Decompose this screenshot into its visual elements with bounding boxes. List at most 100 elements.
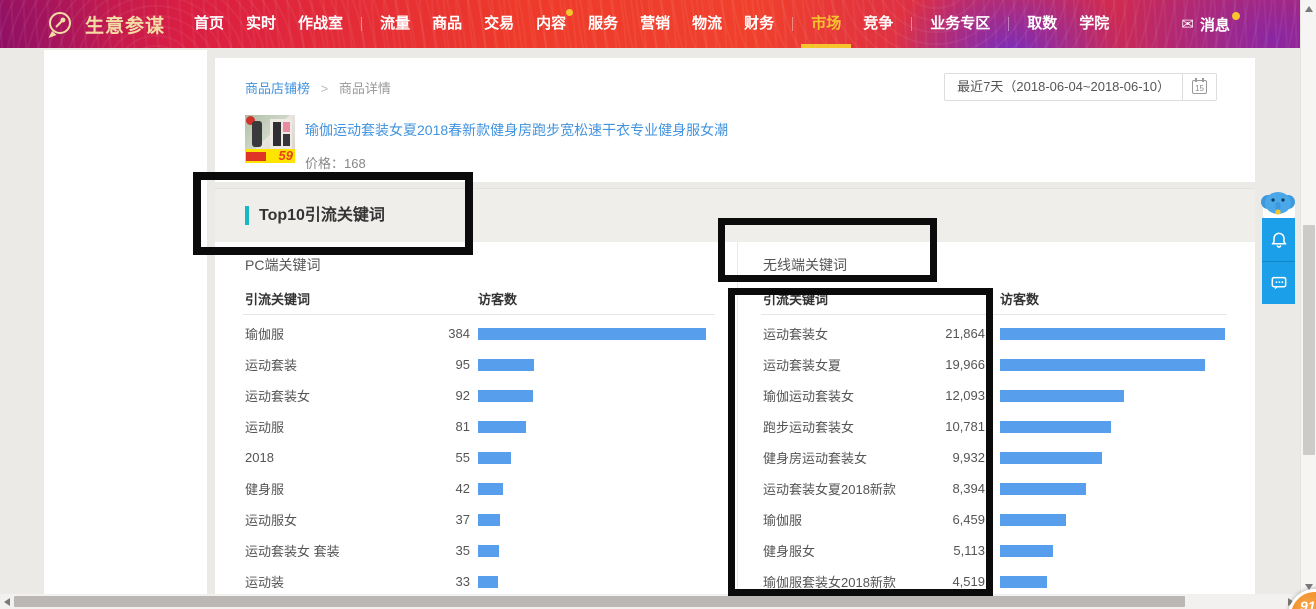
- annotation-box-wireless-tab: [718, 218, 937, 282]
- elephant-mascot-icon[interactable]: [1259, 188, 1297, 223]
- visitor-count: 55: [395, 450, 470, 465]
- visitor-bar: [478, 359, 534, 371]
- visitor-bar: [478, 514, 500, 526]
- keyword-row: 运动套装女92: [215, 380, 737, 411]
- nav-group-divider: [911, 17, 912, 31]
- visitor-bar-cell: [478, 359, 534, 371]
- visitor-bar-cell: [478, 421, 526, 433]
- nav-item-1-6[interactable]: 物流: [692, 0, 722, 48]
- visitor-bar: [1000, 452, 1102, 464]
- column-header-visitors: 访客数: [478, 289, 517, 308]
- nav-item-1-3[interactable]: 内容: [536, 0, 566, 48]
- keyword-label: 健身服: [245, 479, 395, 498]
- breadcrumb: 商品店铺榜 > 商品详情: [245, 78, 391, 97]
- chat-bubble-icon: [1269, 273, 1289, 293]
- calendar-button[interactable]: 15: [1183, 74, 1216, 100]
- vertical-scroll-thumb[interactable]: [1303, 225, 1315, 455]
- keyword-label: 瑜伽服: [245, 324, 395, 343]
- active-tab-underline: [801, 44, 851, 48]
- nav-menu: 首页实时作战室流量商品交易内容服务营销物流财务市场竞争业务专区取数学院: [183, 0, 1120, 48]
- visitor-bar: [478, 390, 533, 402]
- visitor-bar-cell: [1000, 452, 1102, 464]
- keyword-row: 健身服42: [215, 473, 737, 504]
- visitor-bar-cell: [1000, 328, 1225, 340]
- date-range-selector[interactable]: 最近7天（2018-06-04~2018-06-10） 15: [944, 73, 1217, 101]
- nav-item-2-1[interactable]: 竞争: [863, 0, 893, 48]
- visitor-bar: [1000, 421, 1111, 433]
- compass-logo-icon: [46, 10, 73, 39]
- visitor-bar: [1000, 390, 1124, 402]
- calendar-icon: 15: [1192, 80, 1207, 94]
- nav-item-0-0[interactable]: 首页: [194, 0, 224, 48]
- nav-item-1-4[interactable]: 服务: [588, 0, 618, 48]
- visitor-bar: [478, 483, 503, 495]
- visitor-count: 35: [395, 543, 470, 558]
- visitor-bar: [478, 328, 706, 340]
- keyword-row: 瑜伽服384: [215, 318, 737, 349]
- visitor-count: 37: [395, 512, 470, 527]
- envelope-icon: ✉: [1181, 15, 1194, 33]
- visitor-bar-cell: [1000, 483, 1086, 495]
- column-header-keyword: 引流关键词: [245, 289, 310, 308]
- keyword-label: 运动套装女: [245, 386, 395, 405]
- scroll-up-arrow[interactable]: [1305, 6, 1313, 12]
- vertical-scrollbar[interactable]: [1300, 0, 1316, 609]
- nav-group-divider: [792, 17, 793, 31]
- scroll-left-arrow[interactable]: [4, 598, 10, 606]
- logo-title: 生意参谋: [85, 11, 165, 38]
- sycm-logo[interactable]: 生意参谋: [46, 10, 165, 39]
- notification-bell-button[interactable]: [1262, 218, 1295, 261]
- annotation-box-section-title: [193, 172, 473, 255]
- keyword-row: 运动服女37: [215, 504, 737, 535]
- notification-dot: [566, 9, 573, 16]
- keyword-label: 运动服女: [245, 510, 395, 529]
- nav-item-0-1[interactable]: 实时: [246, 0, 276, 48]
- horizontal-scrollbar[interactable]: [0, 594, 1300, 609]
- nav-item-1-1[interactable]: 商品: [432, 0, 462, 48]
- visitor-count: 42: [395, 481, 470, 496]
- visitor-bar: [478, 576, 498, 588]
- bell-icon: [1269, 230, 1289, 250]
- visitor-bar-cell: [478, 390, 533, 402]
- horizontal-scroll-thumb[interactable]: [14, 596, 1185, 607]
- nav-item-1-7[interactable]: 财务: [744, 0, 774, 48]
- nav-item-messages[interactable]: ✉ 消息: [1181, 0, 1240, 48]
- visitor-bar-cell: [478, 545, 499, 557]
- product-thumbnail[interactable]: 59: [245, 115, 295, 163]
- visitor-bar-cell: [478, 328, 706, 340]
- visitor-bar-cell: [1000, 390, 1124, 402]
- visitor-bar: [478, 421, 526, 433]
- tab-pc-keywords: PC端关键词: [245, 255, 320, 275]
- keyword-label: 2018: [245, 450, 395, 465]
- floating-toolbar: [1262, 218, 1295, 304]
- visitor-count: 384: [395, 326, 470, 341]
- pc-keywords-panel: PC端关键词 引流关键词 访客数 瑜伽服384运动套装95运动套装女92运动服8…: [215, 242, 737, 594]
- visitor-bar: [1000, 483, 1086, 495]
- visitor-bar-cell: [1000, 576, 1047, 588]
- nav-item-0-2[interactable]: 作战室: [298, 0, 343, 48]
- nav-item-1-0[interactable]: 流量: [380, 0, 410, 48]
- visitor-bar: [1000, 328, 1225, 340]
- nav-item-4-1[interactable]: 学院: [1079, 0, 1109, 48]
- keyword-label: 运动套装: [245, 355, 395, 374]
- visitor-bar-cell: [1000, 545, 1053, 557]
- visitor-bar-cell: [1000, 421, 1111, 433]
- nav-item-2-0[interactable]: 市场: [811, 0, 841, 48]
- keyword-label: 运动服: [245, 417, 395, 436]
- nav-item-3-0[interactable]: 业务专区: [930, 0, 990, 48]
- feedback-chat-button[interactable]: [1262, 261, 1295, 304]
- visitor-count: 81: [395, 419, 470, 434]
- visitor-bar: [478, 452, 511, 464]
- nav-item-4-0[interactable]: 取数: [1027, 0, 1057, 48]
- date-range-label[interactable]: 最近7天（2018-06-04~2018-06-10）: [945, 74, 1183, 100]
- product-title-link[interactable]: 瑜伽运动套装女夏2018春新款健身房跑步宽松速干衣专业健身服女潮: [305, 120, 728, 140]
- help-badge-text: 911: [1300, 598, 1316, 609]
- product-price: 价格：168: [305, 153, 366, 172]
- nav-item-1-2[interactable]: 交易: [484, 0, 514, 48]
- visitor-bar: [1000, 576, 1047, 588]
- visitor-bar: [1000, 514, 1066, 526]
- visitor-bar-cell: [1000, 514, 1066, 526]
- breadcrumb-parent-link[interactable]: 商品店铺榜: [245, 81, 310, 96]
- nav-item-1-5[interactable]: 营销: [640, 0, 670, 48]
- visitor-count: 92: [395, 388, 470, 403]
